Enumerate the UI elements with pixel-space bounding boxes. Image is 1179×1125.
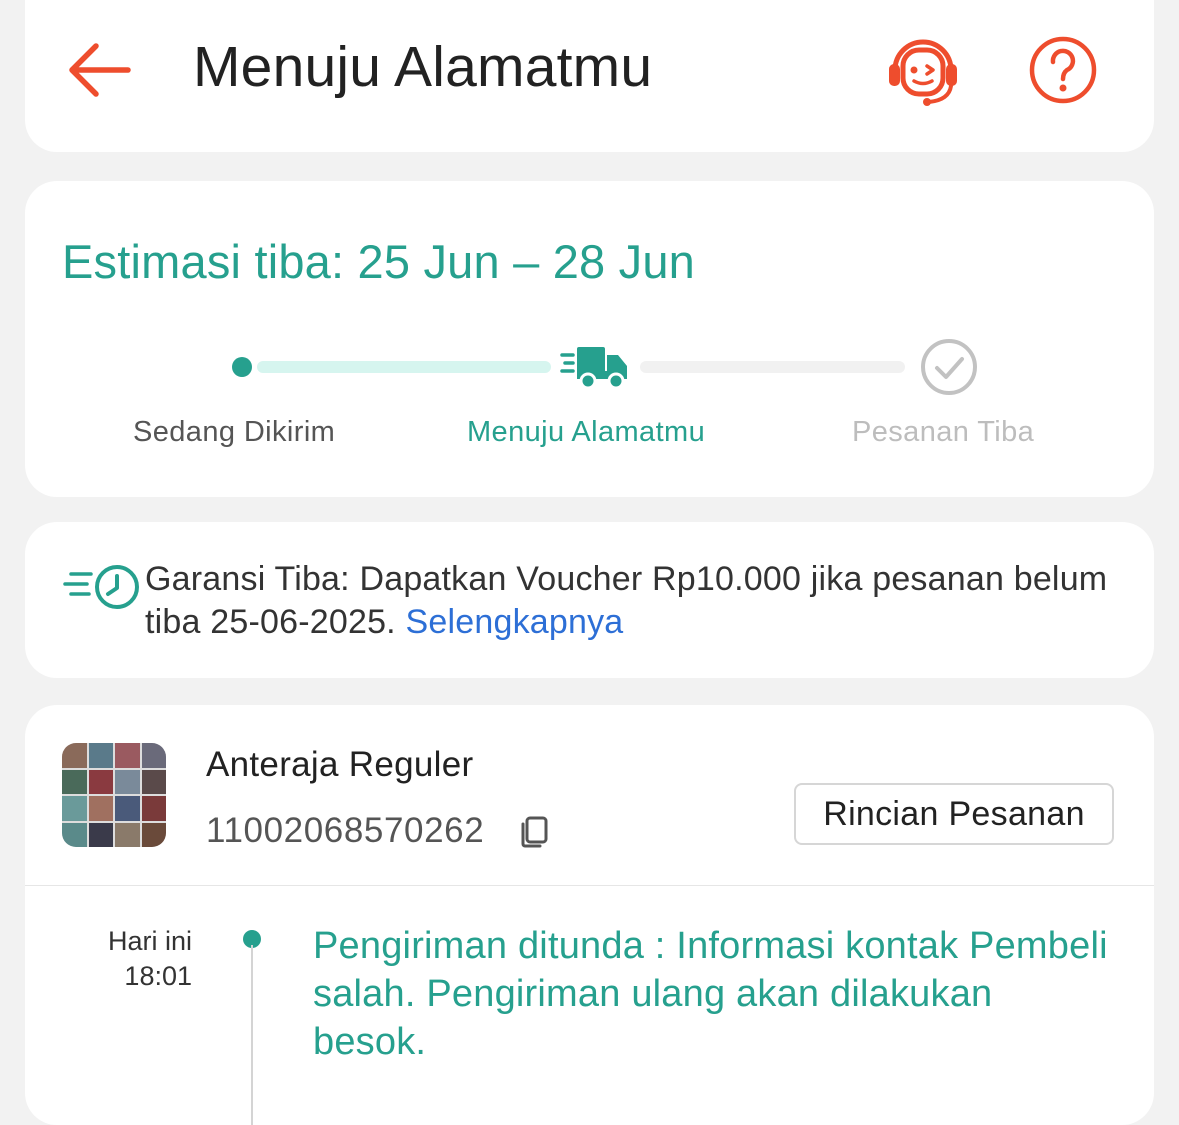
product-thumbnail bbox=[62, 743, 166, 847]
step-dot-shipped bbox=[232, 357, 252, 377]
help-button[interactable] bbox=[1025, 32, 1101, 108]
timeline-line bbox=[251, 945, 253, 1125]
shipment-card: Anteraja Reguler 11002068570262 Rincian … bbox=[25, 705, 1154, 1125]
delivery-truck-icon bbox=[560, 347, 627, 390]
arrival-guarantee-card: Garansi Tiba: Dapatkan Voucher Rp10.000 … bbox=[25, 522, 1154, 678]
progress-line-pending bbox=[640, 361, 905, 373]
guarantee-description: Garansi Tiba: Dapatkan Voucher Rp10.000 … bbox=[145, 560, 1108, 641]
step-label-on-the-way: Menuju Alamatmu bbox=[467, 416, 706, 448]
check-circle-icon bbox=[921, 339, 977, 395]
learn-more-link[interactable]: Selengkapnya bbox=[406, 603, 624, 641]
step-label-shipped: Sedang Dikirim bbox=[133, 416, 336, 448]
progress-line-done bbox=[257, 361, 551, 373]
order-details-button[interactable]: Rincian Pesanan bbox=[794, 783, 1114, 845]
courier-name: Anteraja Reguler bbox=[206, 745, 474, 784]
estimated-arrival: Estimasi tiba: 25 Jun – 28 Jun bbox=[62, 235, 696, 288]
arrow-left-icon bbox=[69, 43, 131, 97]
event-day: Hari ini bbox=[107, 926, 192, 956]
tracking-number: 11002068570262 bbox=[206, 811, 485, 850]
back-button[interactable] bbox=[61, 32, 137, 108]
question-circle-icon bbox=[1029, 36, 1097, 104]
copy-icon[interactable] bbox=[519, 815, 549, 849]
top-bar: Menuju Alamatmu bbox=[25, 0, 1154, 152]
delivery-estimate-card: Estimasi tiba: 25 Jun – 28 Jun Sedang Di… bbox=[25, 181, 1154, 497]
page-title: Menuju Alamatmu bbox=[193, 35, 653, 99]
event-time: 18:01 bbox=[124, 961, 192, 991]
customer-service-button[interactable] bbox=[883, 32, 963, 112]
step-label-arrived: Pesanan Tiba bbox=[852, 416, 1035, 448]
tracking-event-text: Pengiriman ditunda : Informasi kontak Pe… bbox=[313, 925, 1108, 1063]
divider bbox=[25, 885, 1154, 886]
fast-clock-icon bbox=[63, 565, 139, 609]
customer-service-headset-icon bbox=[889, 39, 957, 106]
guarantee-text: Garansi Tiba: Dapatkan Voucher Rp10.000 … bbox=[145, 558, 1125, 644]
